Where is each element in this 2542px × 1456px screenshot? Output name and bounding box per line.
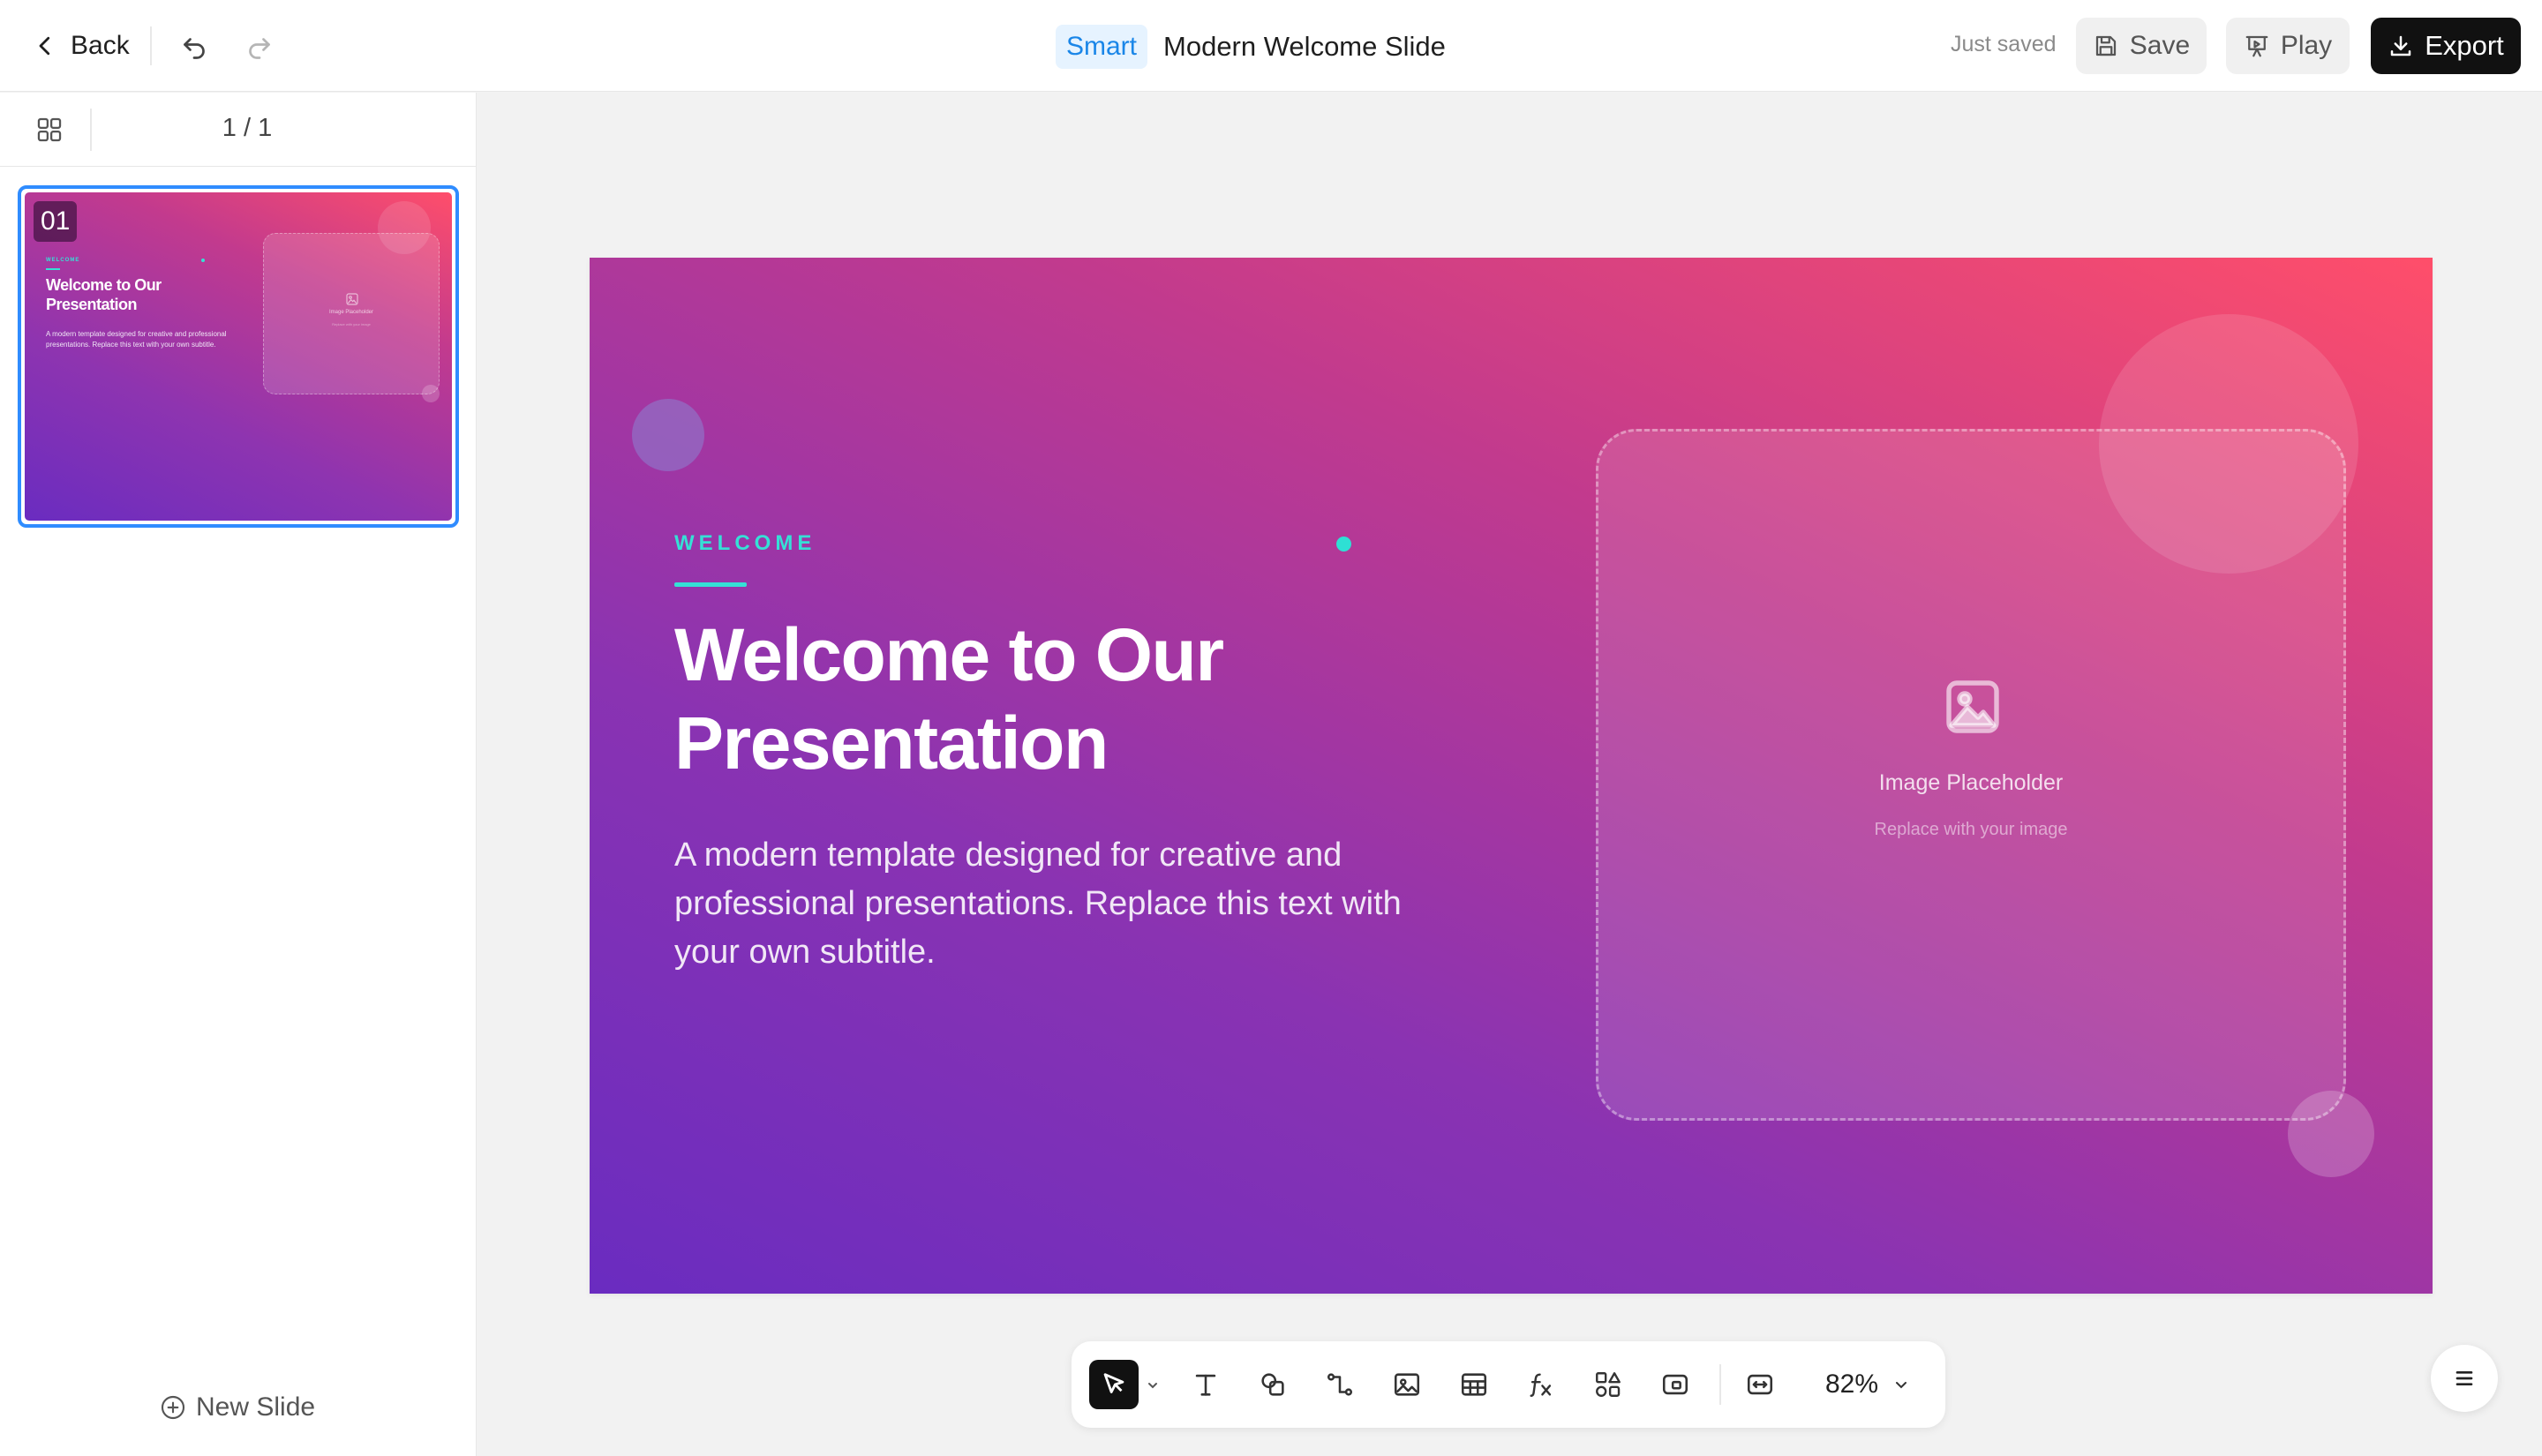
undo-icon bbox=[184, 38, 205, 59]
sidebar-header: 1 / 1 bbox=[0, 93, 477, 167]
new-slide-label: New Slide bbox=[196, 1392, 316, 1422]
slide-subtitle[interactable]: A modern template designed for creative … bbox=[674, 831, 1433, 977]
undo-button[interactable] bbox=[171, 23, 217, 69]
table-icon bbox=[1461, 1373, 1487, 1396]
back-label: Back bbox=[71, 31, 130, 60]
slide-title[interactable]: Welcome to Our Presentation bbox=[674, 611, 1469, 787]
download-icon bbox=[2390, 35, 2411, 56]
slide-eyebrow[interactable]: WELCOME bbox=[674, 531, 816, 556]
document-title[interactable]: Modern Welcome Slide bbox=[1163, 31, 1446, 63]
redo-button[interactable] bbox=[237, 23, 282, 69]
thumbnail-preview: 01 WELCOME Welcome to Our Presentation A… bbox=[25, 192, 452, 521]
select-tool-button[interactable] bbox=[1089, 1360, 1139, 1409]
top-bar: Back Smart Modern Welcome Slide Just sav… bbox=[0, 0, 2542, 92]
connector-icon bbox=[1327, 1373, 1353, 1396]
play-label: Play bbox=[2280, 31, 2333, 60]
zoom-dropdown[interactable]: 82% bbox=[1825, 1364, 1912, 1405]
document-title-area: Smart Modern Welcome Slide bbox=[1056, 25, 1446, 69]
back-button[interactable]: Back bbox=[32, 23, 130, 69]
formula-tool-button[interactable] bbox=[1516, 1360, 1566, 1409]
menu-button[interactable] bbox=[2431, 1345, 2498, 1412]
accent-rule bbox=[46, 268, 60, 270]
placeholder-label: Image Placeholder bbox=[1878, 770, 2064, 795]
chevron-down-icon bbox=[1896, 1382, 1907, 1389]
slide-sidebar: 1 / 1 01 WELCOME Welcome to Our Presenta… bbox=[0, 93, 477, 1456]
play-button[interactable]: Play bbox=[2226, 18, 2350, 74]
shape-icon bbox=[1261, 1373, 1284, 1396]
page-count: 1 / 1 bbox=[222, 114, 273, 142]
grid-view-button[interactable] bbox=[30, 110, 69, 149]
image-icon bbox=[1946, 680, 1999, 733]
smart-badge[interactable]: Smart bbox=[1056, 25, 1148, 69]
placeholder-sub: Replace with your image bbox=[1874, 820, 2068, 839]
grid-icon bbox=[37, 117, 62, 142]
save-status: Just saved bbox=[1951, 32, 2057, 56]
thumbnail-title: Welcome to Our Presentation bbox=[46, 276, 162, 313]
image-tool-button[interactable] bbox=[1382, 1360, 1432, 1409]
text-icon bbox=[1195, 1374, 1216, 1396]
components-tool-button[interactable] bbox=[1583, 1360, 1633, 1409]
export-label: Export bbox=[2425, 30, 2504, 61]
divider bbox=[90, 109, 92, 151]
text-tool-button[interactable] bbox=[1181, 1360, 1230, 1409]
accent-rule[interactable] bbox=[674, 582, 747, 587]
thumbnail-eyebrow: WELCOME bbox=[46, 258, 80, 263]
slide-number: 01 bbox=[34, 201, 78, 242]
save-icon bbox=[2095, 35, 2116, 56]
menu-icon bbox=[2456, 1371, 2473, 1385]
export-button[interactable]: Export bbox=[2371, 18, 2521, 74]
media-tool-button[interactable] bbox=[1651, 1360, 1700, 1409]
decorative-circle[interactable] bbox=[2288, 1091, 2374, 1177]
image-icon bbox=[346, 293, 358, 305]
image-icon bbox=[1394, 1373, 1420, 1396]
thumbnail-subtitle: A modern template designed for creative … bbox=[46, 330, 227, 349]
image-placeholder[interactable]: Image Placeholder Replace with your imag… bbox=[1596, 429, 2346, 1121]
select-icon bbox=[1103, 1373, 1124, 1393]
save-button[interactable]: Save bbox=[2076, 18, 2207, 74]
chevron-down-icon[interactable] bbox=[1142, 1375, 1163, 1396]
plus-circle-icon bbox=[161, 1395, 185, 1420]
components-icon bbox=[1596, 1372, 1621, 1397]
table-tool-button[interactable] bbox=[1449, 1360, 1499, 1409]
zoom-level: 82% bbox=[1825, 1370, 1879, 1399]
accent-dot bbox=[201, 259, 205, 262]
chevron-left-icon bbox=[39, 36, 50, 56]
shape-tool-button[interactable] bbox=[1248, 1360, 1297, 1409]
slide-canvas[interactable]: WELCOME Welcome to Our Presentation A mo… bbox=[590, 258, 2433, 1294]
thumbnail-placeholder-sub: Replace with your image bbox=[332, 322, 371, 326]
connector-tool-button[interactable] bbox=[1315, 1360, 1365, 1409]
divider bbox=[150, 26, 152, 65]
decorative-circle[interactable] bbox=[632, 399, 704, 471]
save-label: Save bbox=[2129, 31, 2191, 60]
formula-icon bbox=[1530, 1373, 1552, 1397]
redo-icon bbox=[249, 38, 270, 59]
toolbar-divider bbox=[1719, 1364, 1721, 1405]
thumbnail-image-placeholder: Image Placeholder Replace with your imag… bbox=[263, 233, 440, 394]
fit-to-screen-button[interactable] bbox=[1735, 1360, 1785, 1409]
new-slide-button[interactable]: New Slide bbox=[159, 1390, 315, 1425]
insert-toolbar: 82% bbox=[1072, 1341, 1945, 1428]
presentation-icon bbox=[2245, 35, 2268, 57]
accent-dot[interactable] bbox=[1336, 537, 1351, 552]
slide-thumbnail[interactable]: 01 WELCOME Welcome to Our Presentation A… bbox=[18, 185, 459, 528]
fit-icon bbox=[1747, 1374, 1773, 1395]
media-icon bbox=[1662, 1374, 1688, 1395]
thumbnail-placeholder-label: Image Placeholder bbox=[328, 310, 374, 315]
